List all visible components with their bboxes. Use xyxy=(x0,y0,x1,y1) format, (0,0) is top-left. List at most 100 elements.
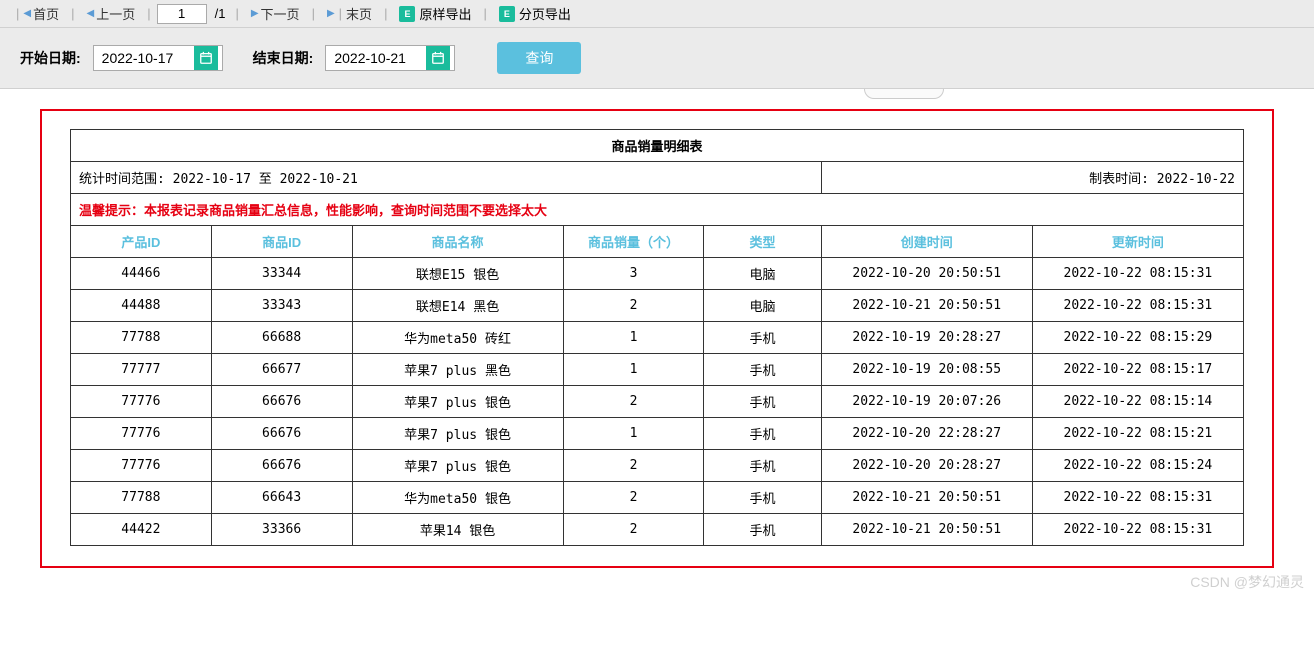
table-cell: 1 xyxy=(563,354,704,386)
table-cell: 77788 xyxy=(71,322,212,354)
table-cell: 2022-10-21 20:50:51 xyxy=(821,482,1032,514)
pagination-toolbar: | ◀ 首页 | ◀ 上一页 | /1 | ▶ 下一页 | ▶| 末页 | E … xyxy=(0,0,1314,28)
query-button[interactable]: 查询 xyxy=(497,42,581,74)
export-paged-label: 分页导出 xyxy=(519,4,571,23)
report-container: 商品销量明细表 统计时间范围: 2022-10-17 至 2022-10-21 … xyxy=(40,109,1274,568)
separator: | xyxy=(483,6,486,21)
table-cell: 2022-10-19 20:08:55 xyxy=(821,354,1032,386)
table-cell: 77776 xyxy=(71,386,212,418)
first-icon: ◀ xyxy=(23,8,31,19)
table-cell: 77788 xyxy=(71,482,212,514)
table-cell: 手机 xyxy=(704,386,821,418)
table-cell: 2022-10-20 20:50:51 xyxy=(821,258,1032,290)
table-row: 7777666676苹果7 plus 银色2手机2022-10-19 20:07… xyxy=(71,386,1244,418)
report-table: 商品销量明细表 统计时间范围: 2022-10-17 至 2022-10-21 … xyxy=(70,129,1244,546)
collapse-handle[interactable] xyxy=(864,89,944,99)
table-row: 7778866688华为meta50 砖红1手机2022-10-19 20:28… xyxy=(71,322,1244,354)
table-cell: 77776 xyxy=(71,450,212,482)
column-header: 商品ID xyxy=(211,226,352,258)
table-row: 7778866643华为meta50 银色2手机2022-10-21 20:50… xyxy=(71,482,1244,514)
page-number-input[interactable] xyxy=(157,4,207,24)
table-cell: 33344 xyxy=(211,258,352,290)
table-cell: 66676 xyxy=(211,386,352,418)
table-cell: 2022-10-21 20:50:51 xyxy=(821,290,1032,322)
table-cell: 44488 xyxy=(71,290,212,322)
table-cell: 44422 xyxy=(71,514,212,546)
table-cell: 1 xyxy=(563,322,704,354)
start-date-field[interactable] xyxy=(93,45,223,71)
end-date-field[interactable] xyxy=(325,45,455,71)
table-cell: 2022-10-19 20:07:26 xyxy=(821,386,1032,418)
table-row: 4442233366苹果14 银色2手机2022-10-21 20:50:512… xyxy=(71,514,1244,546)
end-date-label: 结束日期: xyxy=(253,48,314,68)
date-range-label: 统计时间范围: 2022-10-17 至 2022-10-21 xyxy=(71,162,822,194)
last-page-button[interactable]: ▶| 末页 xyxy=(321,3,378,25)
table-cell: 电脑 xyxy=(704,290,821,322)
table-row: 4448833343联想E14 黑色2电脑2022-10-21 20:50:51… xyxy=(71,290,1244,322)
last-label: 末页 xyxy=(346,4,372,23)
table-cell: 3 xyxy=(563,258,704,290)
next-page-button[interactable]: ▶ 下一页 xyxy=(245,3,306,25)
separator: | xyxy=(384,6,387,21)
table-cell: 2 xyxy=(563,450,704,482)
table-cell: 2022-10-22 08:15:31 xyxy=(1032,482,1243,514)
export-paged-button[interactable]: E 分页导出 xyxy=(493,3,577,25)
separator: | xyxy=(71,6,74,21)
filter-bar: 开始日期: 结束日期: 查询 xyxy=(0,28,1314,89)
table-cell: 33366 xyxy=(211,514,352,546)
prev-page-button[interactable]: ◀ 上一页 xyxy=(81,3,142,25)
table-cell: 2 xyxy=(563,482,704,514)
separator: | xyxy=(147,6,150,21)
table-cell: 苹果7 plus 银色 xyxy=(352,450,563,482)
prev-label: 上一页 xyxy=(96,4,135,23)
table-cell: 66643 xyxy=(211,482,352,514)
table-cell: 手机 xyxy=(704,514,821,546)
table-cell: 华为meta50 砖红 xyxy=(352,322,563,354)
table-cell: 苹果7 plus 银色 xyxy=(352,386,563,418)
column-header: 商品名称 xyxy=(352,226,563,258)
table-row: 7777766677苹果7 plus 黑色1手机2022-10-19 20:08… xyxy=(71,354,1244,386)
first-label: 首页 xyxy=(33,4,59,23)
column-header-row: 产品ID商品ID商品名称商品销量（个）类型创建时间更新时间 xyxy=(71,226,1244,258)
page-total: /1 xyxy=(211,6,230,21)
last-icon: ▶ xyxy=(327,8,335,19)
export-icon: E xyxy=(399,6,415,22)
table-cell: 44466 xyxy=(71,258,212,290)
warning-tip: 温馨提示：本报表记录商品销量汇总信息，性能影响，查询时间范围不要选择太大 xyxy=(71,194,1244,226)
calendar-icon[interactable] xyxy=(194,46,218,70)
separator: | xyxy=(16,6,19,21)
table-row: 7777666676苹果7 plus 银色1手机2022-10-20 22:28… xyxy=(71,418,1244,450)
export-original-button[interactable]: E 原样导出 xyxy=(393,3,477,25)
first-page-button[interactable]: | ◀ 首页 xyxy=(8,3,65,25)
table-cell: 2022-10-22 08:15:14 xyxy=(1032,386,1243,418)
next-icon: ▶ xyxy=(251,8,259,19)
separator: | xyxy=(235,6,238,21)
separator: | xyxy=(312,6,315,21)
table-cell: 2022-10-22 08:15:31 xyxy=(1032,258,1243,290)
table-cell: 66676 xyxy=(211,418,352,450)
table-cell: 2022-10-22 08:15:31 xyxy=(1032,290,1243,322)
table-cell: 手机 xyxy=(704,322,821,354)
start-date-label: 开始日期: xyxy=(20,48,81,68)
table-cell: 2022-10-22 08:15:17 xyxy=(1032,354,1243,386)
table-cell: 手机 xyxy=(704,482,821,514)
start-date-input[interactable] xyxy=(94,50,194,66)
table-cell: 联想E15 银色 xyxy=(352,258,563,290)
table-cell: 手机 xyxy=(704,450,821,482)
table-cell: 2 xyxy=(563,514,704,546)
table-cell: 66676 xyxy=(211,450,352,482)
table-cell: 77777 xyxy=(71,354,212,386)
table-row: 7777666676苹果7 plus 银色2手机2022-10-20 20:28… xyxy=(71,450,1244,482)
table-cell: 2022-10-20 20:28:27 xyxy=(821,450,1032,482)
column-header: 商品销量（个） xyxy=(563,226,704,258)
table-cell: 66688 xyxy=(211,322,352,354)
table-cell: 手机 xyxy=(704,418,821,450)
watermark: CSDN @梦幻通灵 xyxy=(1190,572,1304,592)
table-cell: 联想E14 黑色 xyxy=(352,290,563,322)
table-cell: 2022-10-19 20:28:27 xyxy=(821,322,1032,354)
table-cell: 2 xyxy=(563,386,704,418)
table-cell: 2022-10-22 08:15:29 xyxy=(1032,322,1243,354)
calendar-icon[interactable] xyxy=(426,46,450,70)
end-date-input[interactable] xyxy=(326,50,426,66)
table-cell: 电脑 xyxy=(704,258,821,290)
